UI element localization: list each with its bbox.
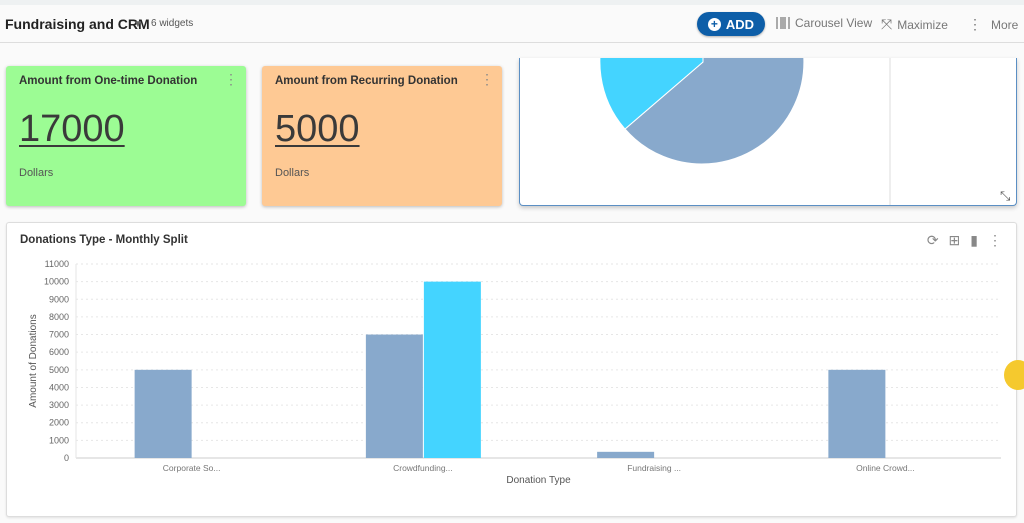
bar[interactable]: [134, 369, 192, 458]
y-tick-label: 6000: [49, 347, 69, 357]
bar[interactable]: [365, 334, 423, 458]
y-tick-label: 5000: [49, 365, 69, 375]
y-tick-label: 9000: [49, 294, 69, 304]
x-tick-label: Fundraising ...: [627, 463, 681, 473]
bar[interactable]: [597, 451, 655, 458]
card-title: Amount from Recurring Donation: [275, 75, 458, 87]
dashboard-header: Fundraising and CRM ▼ 6 widgets + ADD Car…: [0, 5, 1024, 43]
x-tick-label: Online Crowd...: [856, 463, 915, 473]
plus-icon: +: [707, 17, 721, 31]
x-tick-label: Corporate So...: [163, 463, 221, 473]
y-tick-label: 11000: [45, 259, 69, 269]
bar[interactable]: [423, 281, 481, 458]
card-unit: Dollars: [19, 167, 54, 179]
y-tick-label: 0: [64, 453, 69, 463]
more-vertical-icon[interactable]: ⋮: [480, 72, 494, 86]
carousel-icon: [776, 17, 790, 29]
x-axis-title: Donation Type: [506, 475, 571, 486]
more-vertical-icon: ⋮: [968, 16, 982, 32]
y-tick-label: 4000: [49, 382, 69, 392]
bar-chart: 0 1000 2000 3000 4000 5000 6000 7000 8000 9000 100…: [28, 259, 1001, 486]
y-tick-label: 1000: [49, 435, 69, 445]
caret-down-icon[interactable]: ▼: [133, 19, 143, 30]
y-tick-label: 2000: [49, 418, 69, 428]
carousel-view-button[interactable]: Carousel View: [776, 16, 872, 30]
maximize-icon: ⤧: [881, 16, 893, 32]
more-button[interactable]: ⋮ More: [968, 16, 1018, 33]
bar[interactable]: [828, 369, 886, 458]
pie-chart-widget: ⤡: [519, 58, 1017, 206]
maximize-label: Maximize: [897, 17, 948, 32]
resize-icon[interactable]: ⤡: [1000, 188, 1011, 203]
carousel-label: Carousel View: [795, 16, 873, 30]
donations-chart-widget: Donations Type - Monthly Split ⟳ ⊞ ▮ ⋮ 0…: [6, 222, 1017, 517]
card-value[interactable]: 17000: [19, 108, 125, 151]
dashboard-title[interactable]: Fundraising and CRM: [5, 16, 150, 32]
add-label: ADD: [725, 16, 755, 32]
y-tick-label: 3000: [49, 400, 69, 410]
pie-chart: ⤡: [599, 58, 1011, 205]
x-tick-label: Crowdfunding...: [393, 463, 453, 473]
card-value[interactable]: 5000: [275, 108, 360, 151]
y-axis-title: Amount of Donations: [28, 314, 39, 407]
card-unit: Dollars: [275, 167, 310, 179]
maximize-button[interactable]: ⤧ Maximize: [881, 16, 948, 33]
y-tick-label: 8000: [49, 312, 69, 322]
kpi-card-one-time: Amount from One-time Donation ⋮ 17000 Do…: [6, 66, 246, 206]
add-button[interactable]: + ADD: [697, 12, 765, 36]
card-title: Amount from One-time Donation: [19, 75, 198, 87]
y-tick-label: 7000: [49, 330, 69, 340]
more-vertical-icon[interactable]: ⋮: [224, 72, 238, 86]
y-tick-label: 10000: [44, 277, 69, 287]
widget-count: 6 widgets: [151, 18, 194, 29]
more-label: More: [991, 17, 1019, 32]
kpi-card-recurring: Amount from Recurring Donation ⋮ 5000 Do…: [262, 66, 502, 206]
